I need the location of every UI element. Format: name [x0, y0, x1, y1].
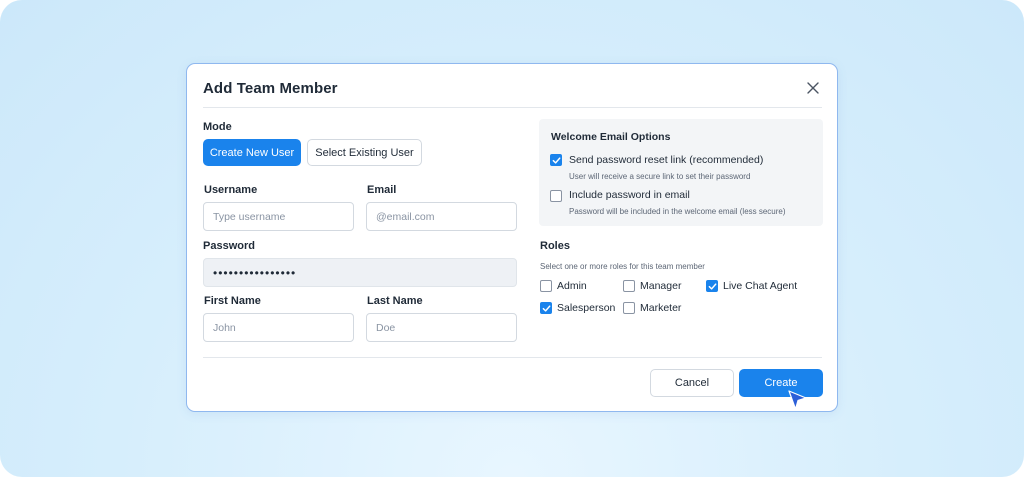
- close-icon: [807, 82, 819, 94]
- role-admin-checkbox[interactable]: [540, 280, 552, 292]
- select-existing-user-button[interactable]: Select Existing User: [307, 139, 422, 166]
- close-button[interactable]: [804, 79, 822, 97]
- roles-hint: Select one or more roles for this team m…: [540, 262, 705, 271]
- welcome-email-panel: Welcome Email Options Send password rese…: [539, 119, 823, 226]
- include-password-description: Password will be included in the welcome…: [569, 207, 786, 216]
- role-live-chat-agent-label: Live Chat Agent: [723, 280, 798, 292]
- role-salesperson-checkbox[interactable]: [540, 302, 552, 314]
- role-salesperson-label: Salesperson: [557, 302, 616, 314]
- send-reset-link-checkbox[interactable]: [550, 154, 562, 166]
- create-button[interactable]: Create: [739, 369, 823, 397]
- username-label: Username: [204, 184, 258, 196]
- last-name-input[interactable]: [366, 313, 517, 342]
- role-manager-label: Manager: [640, 280, 682, 292]
- role-manager-checkbox[interactable]: [623, 280, 635, 292]
- password-input[interactable]: [203, 258, 517, 287]
- role-live-chat-agent-checkbox[interactable]: [706, 280, 718, 292]
- checkmark-icon: [708, 282, 716, 290]
- role-marketer-label: Marketer: [640, 302, 682, 314]
- first-name-input[interactable]: [203, 313, 354, 342]
- footer-divider: [203, 357, 822, 358]
- cancel-button[interactable]: Cancel: [650, 369, 734, 397]
- welcome-email-title: Welcome Email Options: [551, 131, 671, 143]
- header-divider: [203, 107, 822, 108]
- create-new-user-button[interactable]: Create New User: [203, 139, 301, 166]
- add-team-member-dialog: Add Team Member Mode Create New User Sel…: [186, 63, 838, 412]
- send-reset-link-label: Send password reset link (recommended): [569, 154, 764, 166]
- mode-label: Mode: [203, 121, 232, 133]
- mouse-pointer-icon: [788, 390, 807, 410]
- roles-label: Roles: [540, 240, 570, 252]
- checkmark-icon: [552, 156, 560, 164]
- send-reset-link-description: User will receive a secure link to set t…: [569, 172, 751, 181]
- include-password-checkbox[interactable]: [550, 190, 562, 202]
- dialog-title: Add Team Member: [203, 80, 338, 97]
- last-name-label: Last Name: [367, 295, 423, 307]
- first-name-label: First Name: [204, 295, 261, 307]
- role-admin-label: Admin: [557, 280, 587, 292]
- email-label: Email: [367, 184, 397, 196]
- password-label: Password: [203, 240, 255, 252]
- email-input[interactable]: [366, 202, 517, 231]
- include-password-label: Include password in email: [569, 189, 690, 201]
- username-input[interactable]: [203, 202, 354, 231]
- role-marketer-checkbox[interactable]: [623, 302, 635, 314]
- checkmark-icon: [542, 304, 550, 312]
